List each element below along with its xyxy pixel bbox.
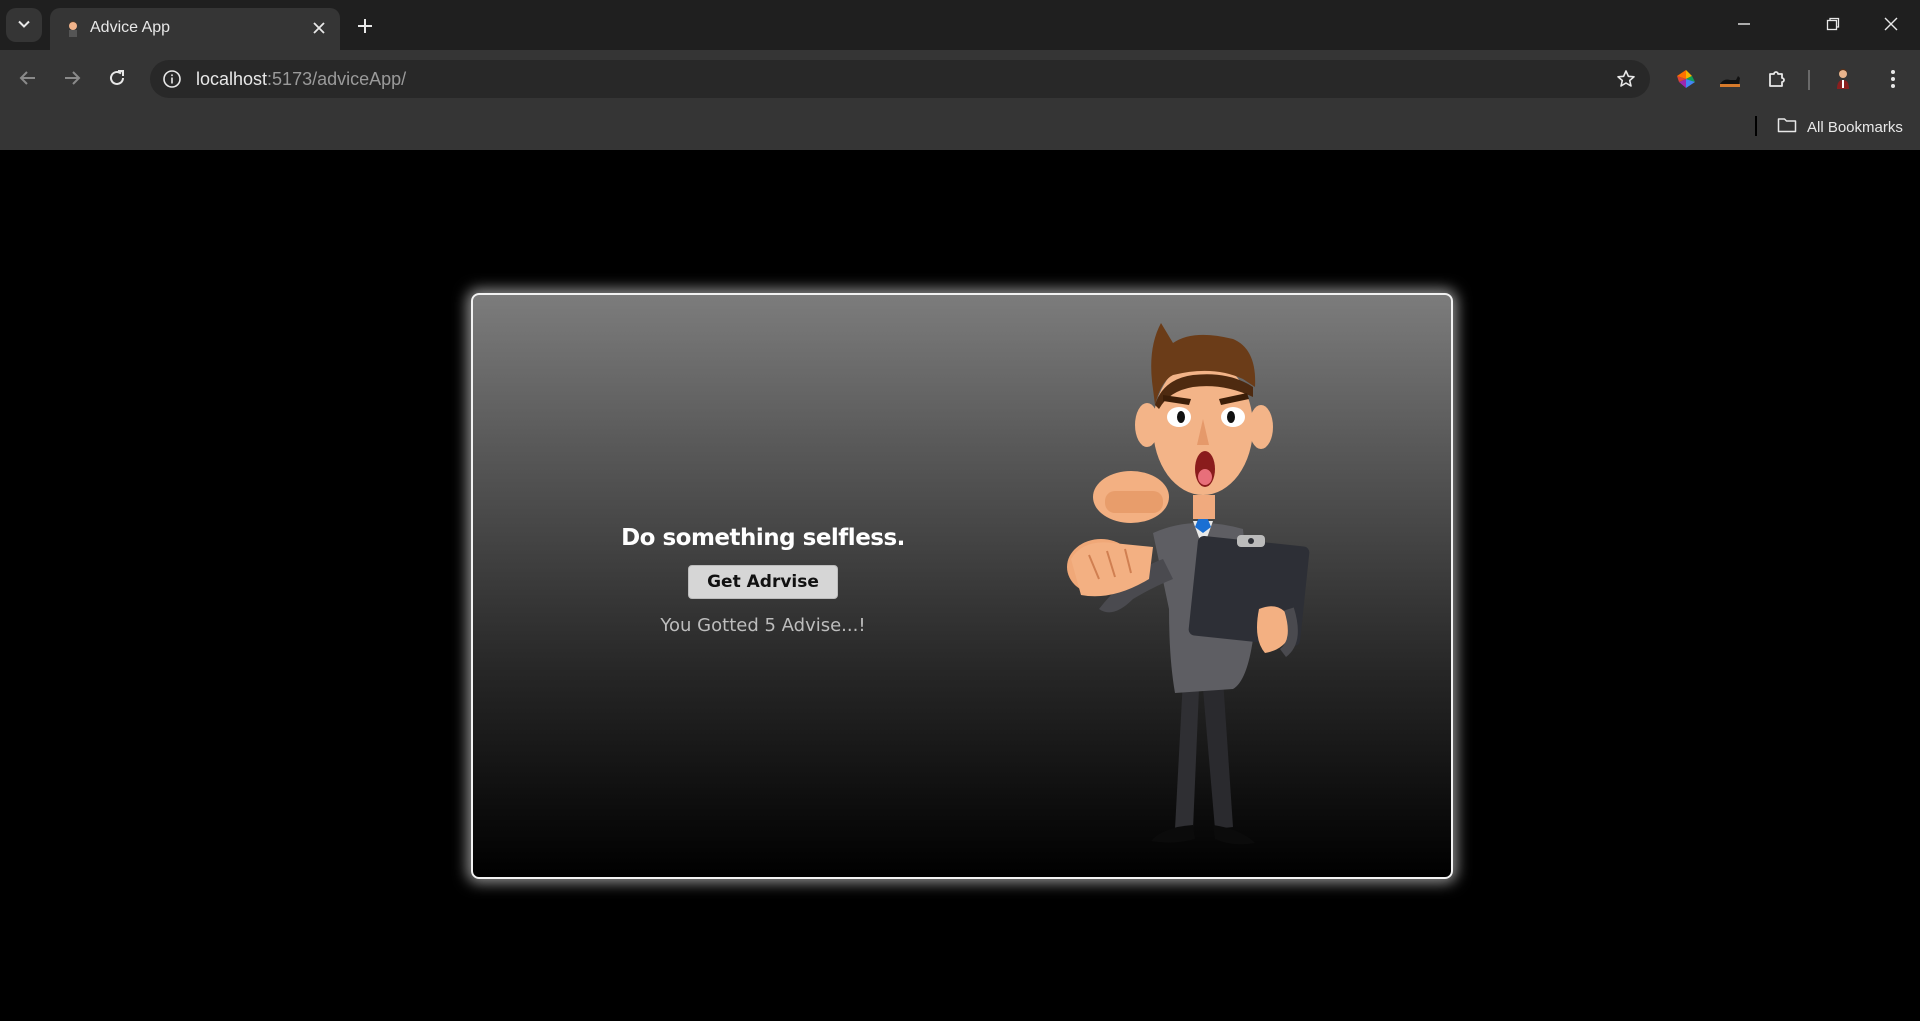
close-window-icon[interactable] (1871, 10, 1911, 38)
bookmarks-separator (1755, 116, 1757, 136)
get-advice-button[interactable]: Get Adrvise (688, 565, 838, 599)
pointing-man-illustration (1067, 323, 1310, 845)
url-text[interactable]: localhost:5173/adviceApp/ (196, 69, 406, 90)
folder-icon (1777, 116, 1797, 138)
cat-extension-icon[interactable] (1715, 64, 1745, 94)
active-tab[interactable]: Advice App (50, 8, 340, 50)
minimize-icon[interactable] (1724, 10, 1764, 38)
tab-title: Advice App (90, 19, 171, 36)
advice-count-text: You Gotted 5 Advise...! (660, 615, 866, 636)
advice-text: Do something selfless. (621, 525, 905, 551)
reload-icon[interactable] (101, 62, 133, 94)
page-viewport: Do something selfless. Get Adrvise You G… (0, 151, 1920, 1021)
color-extension-icon[interactable] (1671, 64, 1701, 94)
url-host: localhost (196, 69, 268, 89)
plus-icon[interactable] (352, 13, 378, 39)
address-bar[interactable]: localhost:5173/adviceApp/ (150, 60, 1650, 98)
close-icon[interactable] (308, 17, 330, 39)
url-path: :5173/adviceApp/ (267, 69, 407, 89)
chevron-down-icon (17, 16, 31, 35)
star-icon[interactable] (1614, 67, 1638, 91)
profile-avatar[interactable] (1828, 64, 1858, 94)
arrow-left-icon[interactable] (12, 62, 44, 94)
browser-toolbar: localhost:5173/adviceApp/ All Bookmarks (0, 50, 1920, 150)
all-bookmarks-label: All Bookmarks (1807, 118, 1903, 136)
toolbar-separator (1808, 70, 1810, 90)
puzzle-icon[interactable] (1762, 64, 1792, 94)
advice-content: Do something selfless. Get Adrvise You G… (553, 525, 973, 636)
advice-card: Do something selfless. Get Adrvise You G… (471, 293, 1453, 879)
tab-strip: Advice App (0, 0, 1920, 50)
all-bookmarks-button[interactable]: All Bookmarks (1777, 114, 1903, 140)
info-icon[interactable] (160, 67, 184, 91)
tab-search-button[interactable] (6, 8, 42, 42)
kebab-icon[interactable] (1878, 64, 1908, 94)
app-favicon-icon (64, 20, 82, 38)
arrow-right-icon[interactable] (56, 62, 88, 94)
restore-icon[interactable] (1813, 10, 1853, 38)
